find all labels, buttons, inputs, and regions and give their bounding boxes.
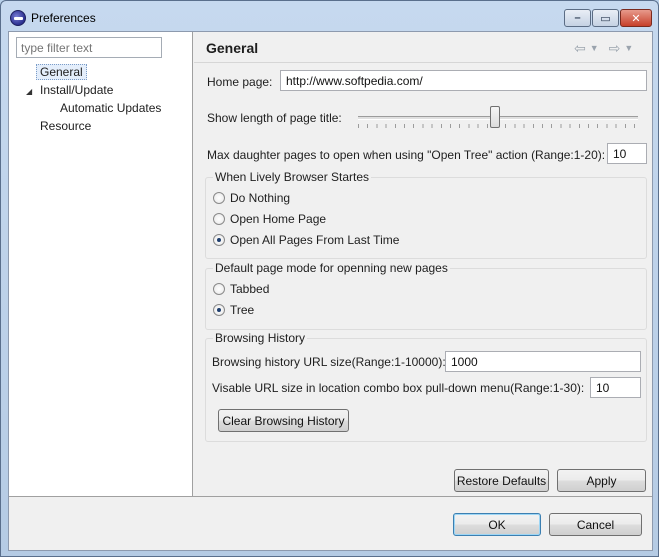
radio-label: Open Home Page [230,212,327,226]
preference-tree-pane: General ◢ Install/Update Automatic Updat… [9,32,193,496]
group-title: Browsing History [213,331,308,345]
forward-arrow-icon[interactable]: ⇨ [609,40,621,57]
radio-label: Tabbed [230,282,270,296]
restore-defaults-button[interactable]: Restore Defaults [454,469,549,492]
preference-page: General ⇦ ▼ ⇨ ▼ Home page: Show length o… [194,32,652,496]
maximize-button[interactable]: ▭ [592,9,619,27]
history-url-size-label: Browsing history URL size(Range:1-10000)… [212,355,446,369]
max-daughter-pages-label: Max daughter pages to open when using "O… [207,148,606,162]
minimize-button[interactable]: – [564,9,591,27]
radio-button[interactable] [213,213,225,225]
tree-item-label: General [36,64,87,80]
radio-tree[interactable]: Tree [213,303,254,317]
tree-item-resource[interactable]: Resource [40,118,91,135]
close-button[interactable]: ✕ [620,9,652,27]
show-length-label: Show length of page title: [207,111,342,125]
radio-label: Do Nothing [230,191,291,205]
tree-item-label: Resource [40,119,92,133]
filter-input[interactable] [16,37,162,58]
browsing-history-group: Browsing History Browsing history URL si… [205,331,647,442]
radio-label: Open All Pages From Last Time [230,233,400,247]
expand-triangle-icon[interactable]: ◢ [26,87,32,96]
radio-button[interactable] [213,192,225,204]
window-title: Preferences [31,11,96,25]
visable-url-size-label: Visable URL size in location combo box p… [212,381,585,395]
group-title: Default page mode for openning new pages [213,261,450,275]
tree-item-label: Install/Update [40,83,114,97]
startup-group: When Lively Browser Startes Do Nothing O… [205,170,647,259]
tree-item-install-update[interactable]: Install/Update [40,82,113,99]
apply-button[interactable]: Apply [557,469,646,492]
header-separator [194,62,652,63]
max-daughter-pages-input[interactable] [607,143,647,164]
page-title-length-slider-thumb[interactable] [490,106,500,128]
title-bar[interactable]: Preferences – ▭ ✕ [1,1,658,31]
page-title: General [206,40,259,56]
tree-item-label: Automatic Updates [60,101,162,115]
back-menu-icon[interactable]: ▼ [590,43,599,57]
tree-item-general[interactable]: General [36,64,87,81]
history-url-size-input[interactable] [445,351,641,372]
page-mode-group: Default page mode for openning new pages… [205,261,647,330]
radio-open-home-page[interactable]: Open Home Page [213,212,326,226]
home-page-label: Home page: [207,75,273,89]
preferences-window: Preferences – ▭ ✕ General ◢ Install/Upda… [0,0,659,557]
radio-button[interactable] [213,283,225,295]
radio-tabbed[interactable]: Tabbed [213,282,269,296]
footer-separator [9,496,652,497]
radio-open-all-pages[interactable]: Open All Pages From Last Time [213,233,399,247]
dialog-client-area: General ◢ Install/Update Automatic Updat… [8,31,653,551]
back-arrow-icon[interactable]: ⇦ [574,40,586,57]
radio-do-nothing[interactable]: Do Nothing [213,191,290,205]
group-title: When Lively Browser Startes [213,170,372,184]
radio-label: Tree [230,303,255,317]
cancel-button[interactable]: Cancel [549,513,642,536]
ok-button[interactable]: OK [453,513,541,536]
radio-button[interactable] [213,304,225,316]
home-page-input[interactable] [280,70,647,91]
clear-browsing-history-button[interactable]: Clear Browsing History [218,409,349,432]
page-navigation: ⇦ ▼ ⇨ ▼ [574,40,633,57]
app-icon [10,10,26,26]
tree-item-automatic-updates[interactable]: Automatic Updates [60,100,161,117]
radio-button[interactable] [213,234,225,246]
forward-menu-icon[interactable]: ▼ [624,43,633,57]
visable-url-size-input[interactable] [590,377,641,398]
